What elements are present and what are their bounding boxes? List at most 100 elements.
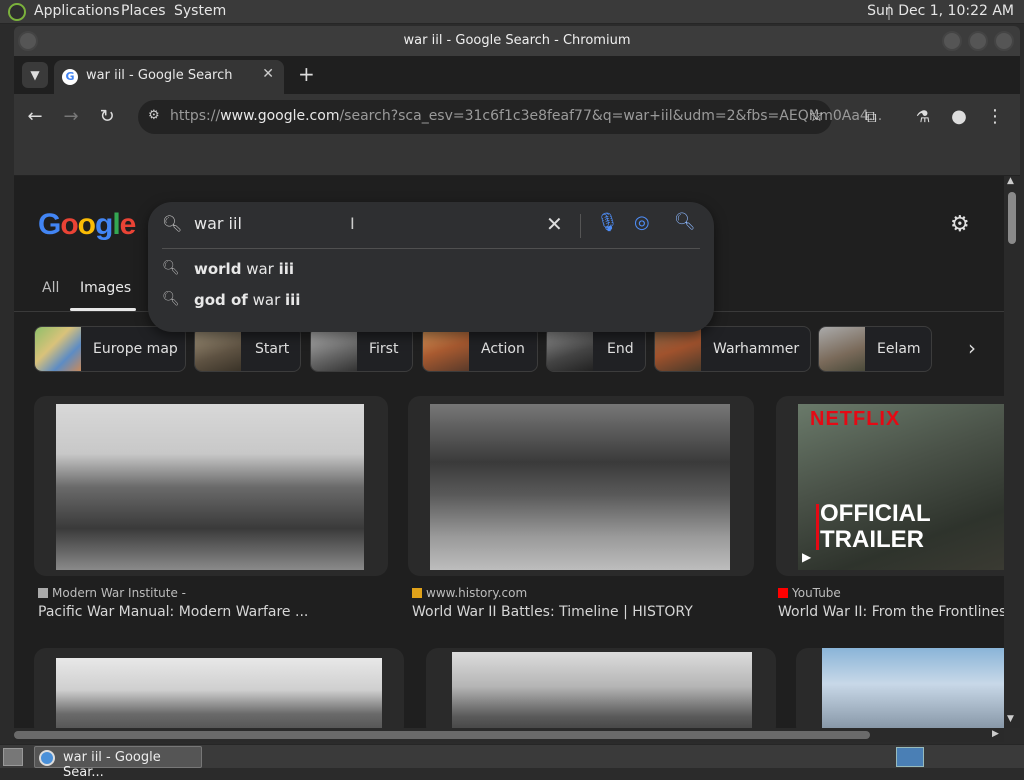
result-title[interactable]: World War II Battles: Timeline | HISTORY bbox=[412, 604, 693, 620]
horizontal-scrollbar[interactable]: ▶ bbox=[14, 728, 1004, 742]
scrollbar-thumb[interactable] bbox=[14, 731, 870, 739]
forward-arrow-icon[interactable]: → bbox=[58, 104, 84, 130]
site-favicon-icon bbox=[412, 588, 422, 598]
tab-search-chevron-down-icon[interactable]: ▼ bbox=[22, 62, 48, 88]
chip-label: Eelam bbox=[877, 341, 921, 357]
result-image bbox=[452, 652, 752, 728]
tab-close-icon[interactable]: ✕ bbox=[262, 66, 274, 82]
settings-gear-icon[interactable]: ⚙ bbox=[950, 212, 970, 237]
google-logo[interactable]: Google bbox=[38, 208, 137, 242]
browser-menu-kebab-icon[interactable]: ⋮ bbox=[982, 104, 1008, 130]
chip-label: Warhammer bbox=[713, 341, 800, 357]
chip-europe-map[interactable]: Europe map bbox=[34, 326, 186, 372]
chip-action[interactable]: Action bbox=[422, 326, 538, 372]
search-input[interactable]: war iil bbox=[194, 214, 242, 233]
search-divider bbox=[580, 214, 581, 238]
result-source[interactable]: www.history.com bbox=[412, 586, 527, 600]
scrollbar-thumb[interactable] bbox=[1008, 192, 1016, 244]
chevron-right-icon: › bbox=[968, 336, 976, 360]
chip-eelam[interactable]: Eelam bbox=[818, 326, 932, 372]
active-tab-underline bbox=[70, 308, 136, 311]
youtube-favicon-icon bbox=[778, 588, 788, 598]
chip-thumbnail bbox=[35, 327, 81, 371]
suggestion-item[interactable]: 🔍︎ world war iii bbox=[162, 254, 682, 284]
netflix-brand-logo: NETFLIX bbox=[810, 408, 901, 430]
maximize-button[interactable] bbox=[968, 31, 988, 51]
result-card[interactable] bbox=[34, 396, 388, 576]
chip-thumbnail bbox=[547, 327, 593, 371]
result-image bbox=[56, 658, 382, 728]
new-tab-plus-icon[interactable]: + bbox=[298, 62, 315, 86]
voice-search-mic-icon[interactable]: 🎙︎ bbox=[596, 212, 619, 233]
scroll-up-arrow-icon[interactable]: ▲ bbox=[1007, 176, 1014, 186]
suggestion-text: god of war iii bbox=[194, 291, 301, 309]
window-titlebar[interactable]: war iil - Google Search - Chromium bbox=[14, 26, 1020, 56]
tab-title: war iil - Google Search bbox=[86, 68, 233, 83]
chip-thumbnail bbox=[655, 327, 701, 371]
result-card[interactable]: NETFLIX OFFICIAL TRAILER ▶ bbox=[776, 396, 1004, 576]
logo-letter: e bbox=[119, 208, 137, 241]
overlay-text-line: OFFICIAL bbox=[820, 500, 931, 527]
result-title[interactable]: Pacific War Manual: Modern Warfare ... bbox=[38, 604, 308, 620]
result-source[interactable]: YouTube bbox=[778, 586, 841, 600]
menu-system[interactable]: System bbox=[174, 3, 226, 19]
vertical-scrollbar[interactable]: ▲ ▼ bbox=[1004, 176, 1020, 728]
suggestions-divider bbox=[162, 248, 700, 249]
google-lens-camera-icon[interactable]: ◎ bbox=[634, 212, 650, 233]
scroll-right-arrow-icon[interactable]: ▶ bbox=[992, 729, 999, 739]
search-submit-icon[interactable]: 🔍︎ bbox=[674, 212, 696, 232]
address-bar[interactable]: ⚙ https://www.google.com/search?sca_esv=… bbox=[138, 100, 882, 134]
profile-avatar-icon[interactable]: ● bbox=[946, 104, 972, 130]
page-more-kebab-icon[interactable]: ⋮ bbox=[997, 214, 1004, 235]
tab-images[interactable]: Images bbox=[80, 280, 131, 296]
chip-start[interactable]: Start bbox=[194, 326, 301, 372]
google-favicon-icon: G bbox=[62, 69, 78, 85]
chip-end[interactable]: End bbox=[546, 326, 646, 372]
clear-search-close-icon[interactable]: ✕ bbox=[546, 212, 563, 236]
chip-label: End bbox=[607, 341, 634, 357]
suggestion-search-icon: 🔍︎ bbox=[162, 260, 180, 276]
chromium-icon bbox=[39, 750, 55, 766]
chip-first[interactable]: First bbox=[310, 326, 413, 372]
site-info-tune-icon[interactable]: ⚙ bbox=[148, 108, 160, 123]
result-source[interactable]: Modern War Institute - bbox=[38, 586, 186, 600]
scroll-down-arrow-icon[interactable]: ▼ bbox=[1007, 714, 1014, 724]
workspace-switcher[interactable] bbox=[896, 747, 924, 767]
system-panel: Applications Places System Sun Dec 1, 10… bbox=[0, 0, 1024, 24]
extensions-puzzle-icon[interactable]: ⧉ bbox=[858, 104, 884, 130]
show-desktop-icon[interactable] bbox=[3, 748, 23, 766]
bookmark-star-icon[interactable]: ☆ bbox=[809, 106, 824, 126]
reload-icon[interactable]: ↻ bbox=[94, 104, 120, 130]
distro-logo-icon[interactable] bbox=[8, 3, 26, 21]
tab-all[interactable]: All bbox=[42, 280, 59, 296]
chips-next-button[interactable]: › bbox=[942, 326, 1004, 372]
back-arrow-icon[interactable]: ← bbox=[22, 104, 48, 130]
bookmark-bar bbox=[14, 140, 1020, 176]
site-favicon-icon bbox=[38, 588, 48, 598]
logo-letter: o bbox=[60, 208, 78, 241]
menu-places[interactable]: Places bbox=[121, 3, 166, 19]
result-card[interactable] bbox=[408, 396, 754, 576]
taskbar-window-button[interactable]: war iil - Google Sear... bbox=[34, 746, 202, 780]
result-title[interactable]: World War II: From the Frontlines ... bbox=[778, 604, 1004, 620]
overlay-accent-bar bbox=[816, 504, 819, 550]
chip-label: First bbox=[369, 341, 399, 357]
panel-clock[interactable]: Sun Dec 1, 10:22 AM bbox=[867, 3, 1014, 19]
window-title: war iil - Google Search - Chromium bbox=[403, 33, 631, 48]
result-card[interactable] bbox=[34, 648, 404, 728]
address-url[interactable]: https://www.google.com/search?sca_esv=31… bbox=[170, 108, 882, 124]
chip-warhammer[interactable]: Warhammer bbox=[654, 326, 811, 372]
chip-thumbnail bbox=[423, 327, 469, 371]
result-image bbox=[56, 404, 364, 570]
minimize-button[interactable] bbox=[942, 31, 962, 51]
result-card[interactable] bbox=[796, 648, 1004, 728]
tab-google-search[interactable]: G war iil - Google Search ✕ bbox=[54, 60, 284, 94]
browser-toolbar: ← → ↻ ⚙ https://www.google.com/search?sc… bbox=[14, 94, 1020, 140]
labs-flask-icon[interactable]: ⚗ bbox=[910, 104, 936, 130]
result-image bbox=[822, 648, 1004, 728]
logo-letter: g bbox=[95, 208, 113, 241]
menu-applications[interactable]: Applications bbox=[34, 3, 120, 19]
suggestion-item[interactable]: 🔍︎ god of war iii bbox=[162, 285, 682, 315]
result-card[interactable] bbox=[426, 648, 776, 728]
close-window-button[interactable] bbox=[994, 31, 1014, 51]
